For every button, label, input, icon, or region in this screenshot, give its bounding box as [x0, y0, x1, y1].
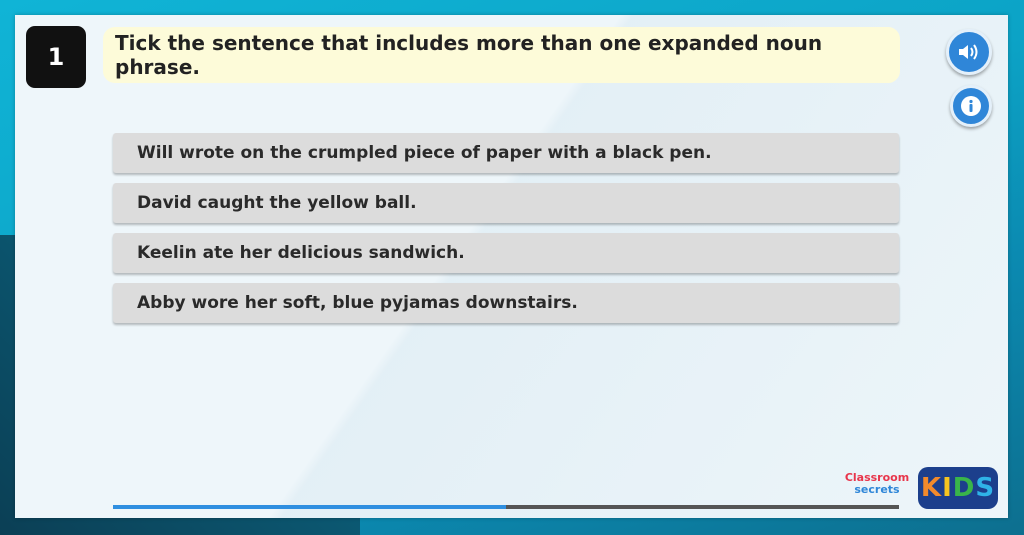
answer-option[interactable]: Abby wore her soft, blue pyjamas downsta… — [113, 283, 899, 323]
info-button[interactable] — [950, 85, 992, 127]
audio-button[interactable] — [946, 29, 992, 75]
progress-fill — [113, 505, 506, 509]
info-icon — [961, 96, 981, 116]
kids-letter: I — [942, 473, 953, 503]
answer-list: Will wrote on the crumpled piece of pape… — [113, 133, 899, 333]
answer-option[interactable]: Will wrote on the crumpled piece of pape… — [113, 133, 899, 173]
kids-letter: S — [975, 473, 996, 503]
answer-option[interactable]: David caught the yellow ball. — [113, 183, 899, 223]
classroom-secrets-logo: Classroom secrets — [840, 472, 914, 506]
answer-option[interactable]: Keelin ate her delicious sandwich. — [113, 233, 899, 273]
question-number: 1 — [26, 26, 86, 88]
question-text: Tick the sentence that includes more tha… — [103, 27, 900, 83]
kids-logo: K I D S — [918, 467, 998, 509]
speaker-icon — [959, 44, 978, 60]
kids-letter: K — [920, 473, 943, 503]
logo-secrets-text: secrets — [854, 483, 900, 496]
kids-letter: D — [952, 473, 976, 503]
progress-bar — [113, 505, 899, 509]
